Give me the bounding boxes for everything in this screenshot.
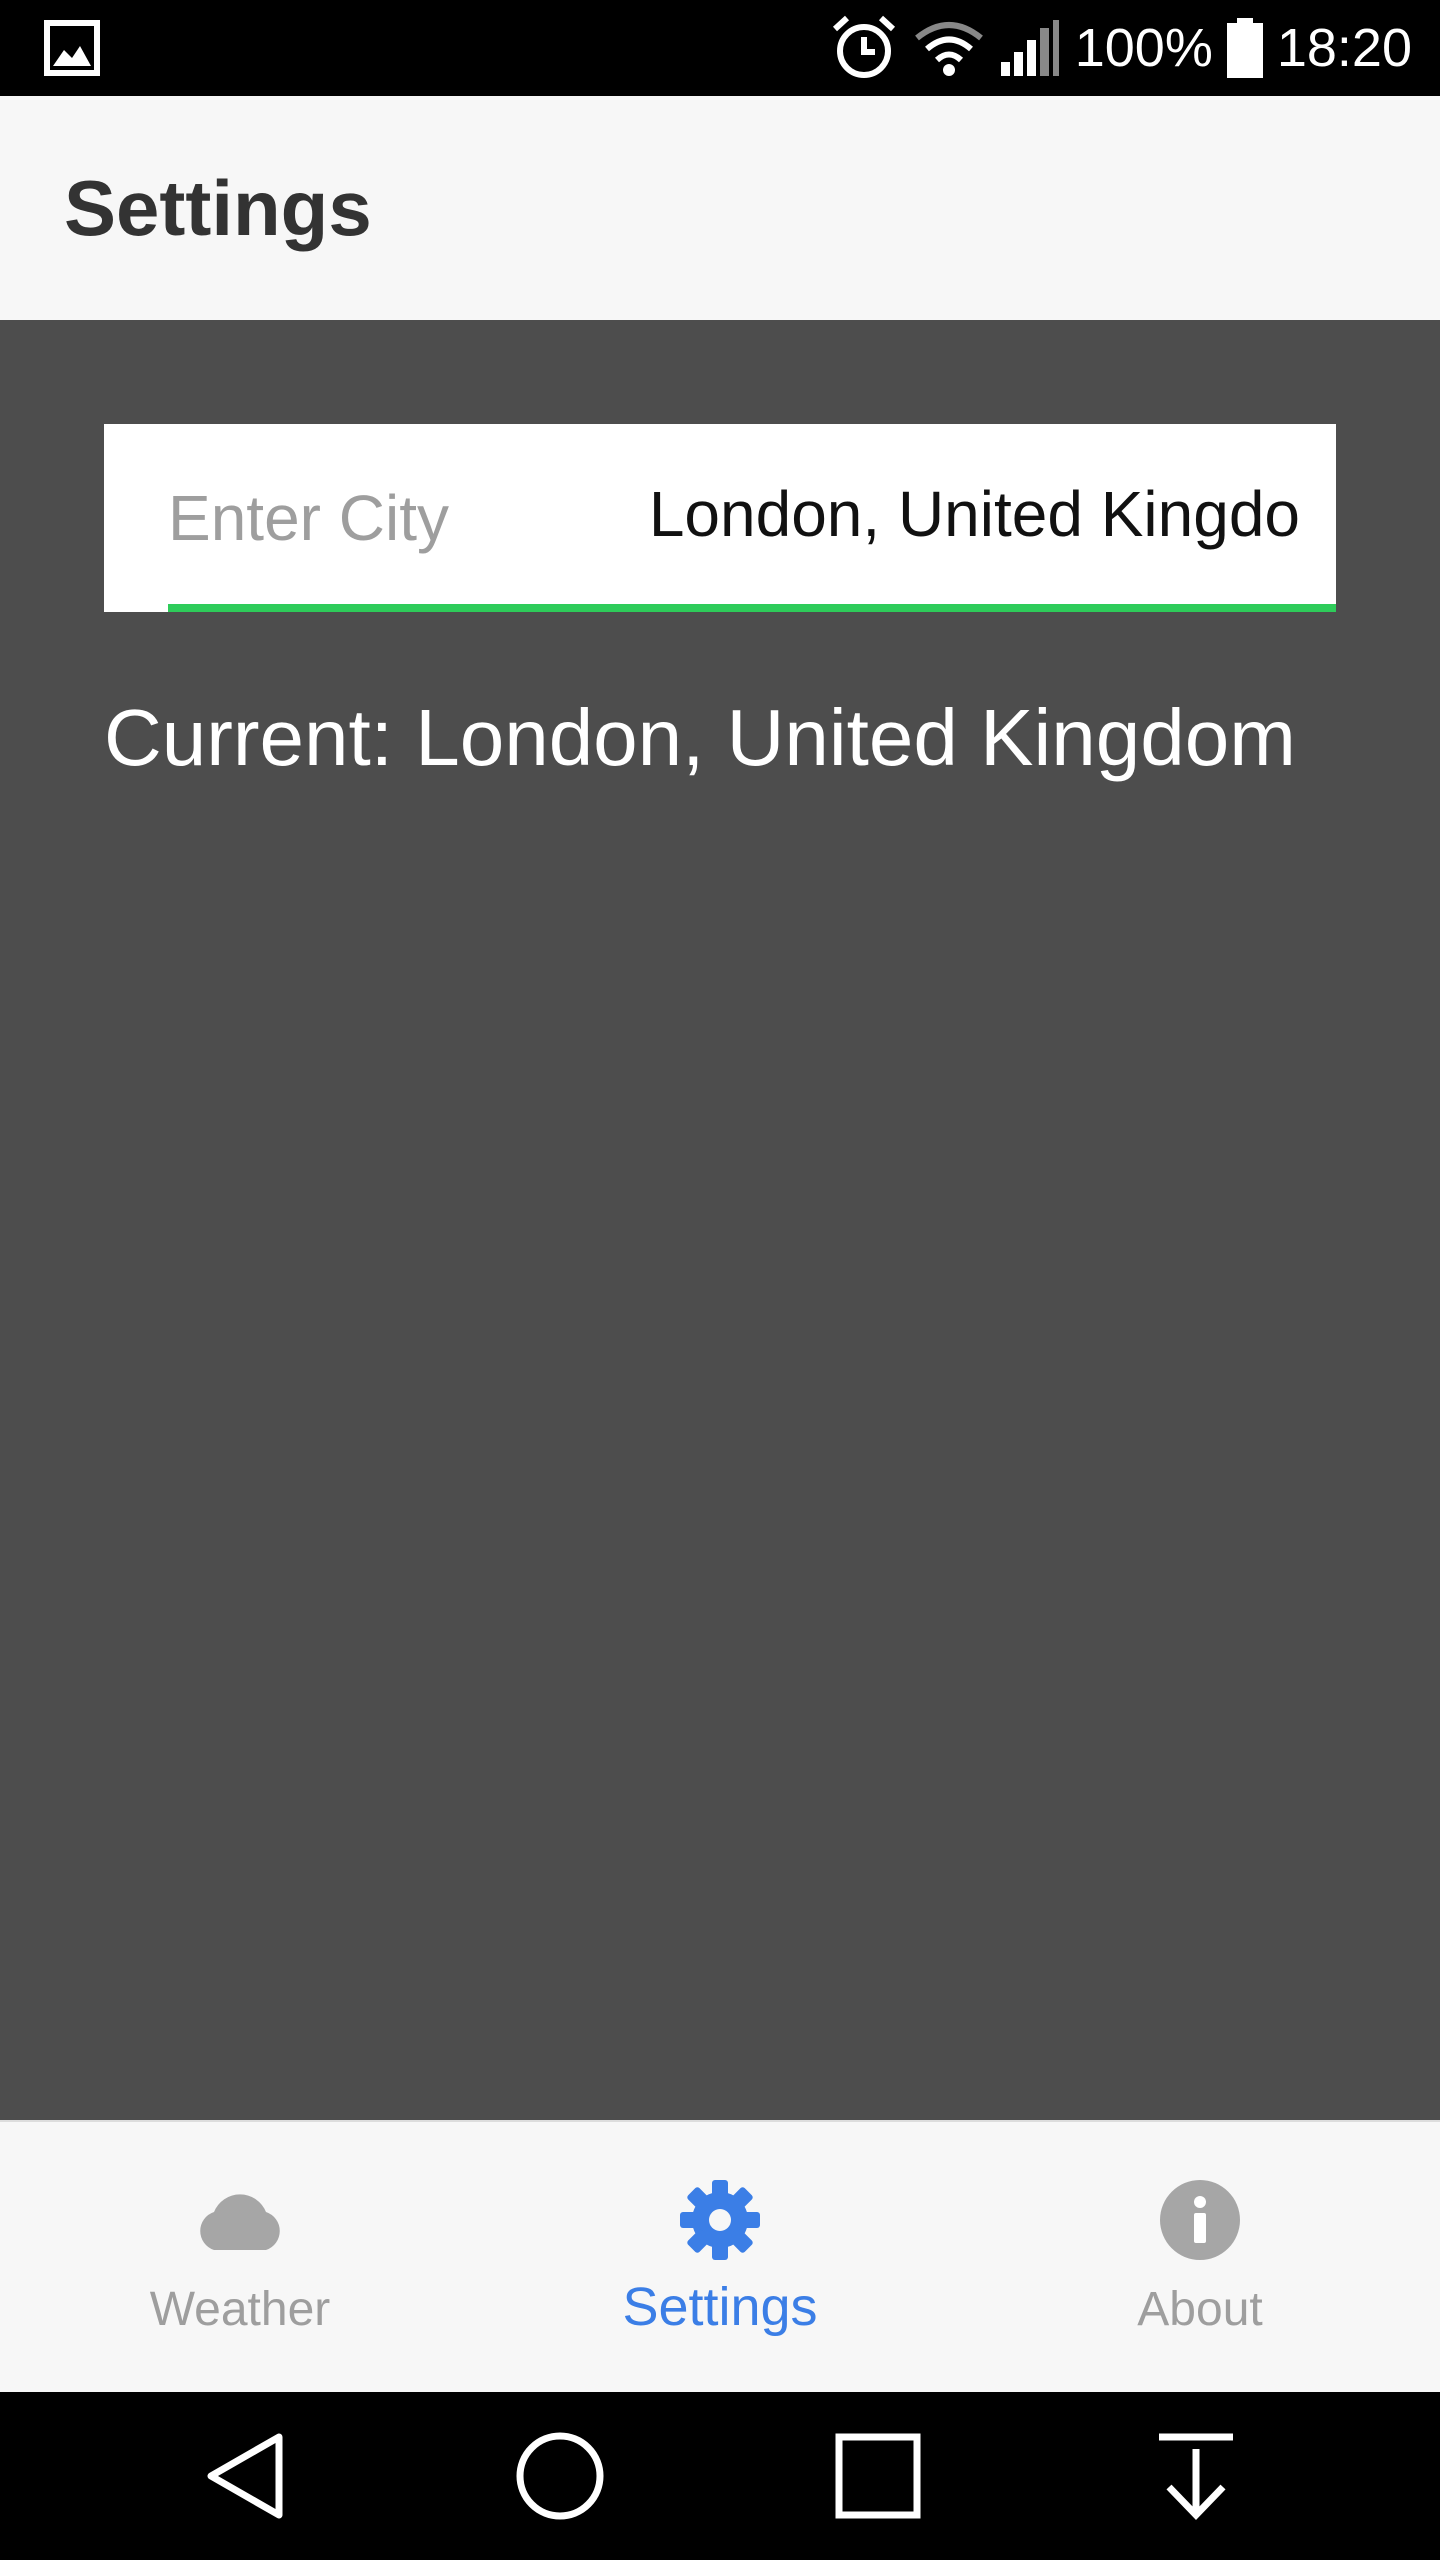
nav-label-settings: Settings xyxy=(622,2277,818,2337)
current-city-text: Current: London, United Kingdom xyxy=(104,693,1296,782)
nav-item-settings[interactable]: Settings xyxy=(480,2122,960,2394)
city-input[interactable] xyxy=(604,424,1304,604)
page-title: Settings xyxy=(64,164,372,252)
wifi-icon xyxy=(914,22,983,76)
battery-percent: 100% xyxy=(1074,18,1213,78)
home-button[interactable] xyxy=(510,2426,610,2526)
notification-pull-icon xyxy=(1159,2433,1233,2521)
cloud-icon xyxy=(200,2194,280,2250)
gear-icon xyxy=(680,2180,760,2260)
info-icon xyxy=(1160,2180,1240,2260)
nav-item-about[interactable]: About xyxy=(960,2122,1440,2394)
back-button[interactable] xyxy=(196,2426,296,2526)
battery-icon xyxy=(1226,18,1263,78)
clock: 18:20 xyxy=(1276,18,1412,78)
nav-label-weather: Weather xyxy=(149,2283,331,2336)
bottom-nav: Weather Settings About xyxy=(0,2120,1440,2392)
app-bar: Settings xyxy=(0,96,1440,320)
system-nav-bar xyxy=(0,2392,1440,2560)
notification-pull-button[interactable] xyxy=(1146,2426,1246,2526)
input-underline xyxy=(168,604,1336,612)
recents-icon xyxy=(835,2433,921,2519)
gallery-icon xyxy=(44,20,100,76)
recents-button[interactable] xyxy=(828,2426,928,2526)
back-icon xyxy=(207,2433,283,2519)
signal-icon xyxy=(1000,20,1059,76)
nav-label-about: About xyxy=(1137,2283,1263,2336)
home-icon xyxy=(516,2432,604,2520)
city-field-label: Enter City xyxy=(168,482,449,554)
status-bar: 100% 18:20 xyxy=(0,0,1440,96)
city-form-card: Enter City xyxy=(104,424,1336,612)
settings-content: Enter City Current: London, United Kingd… xyxy=(0,320,1440,2120)
nav-item-weather[interactable]: Weather xyxy=(0,2122,480,2394)
alarm-icon xyxy=(832,15,895,78)
